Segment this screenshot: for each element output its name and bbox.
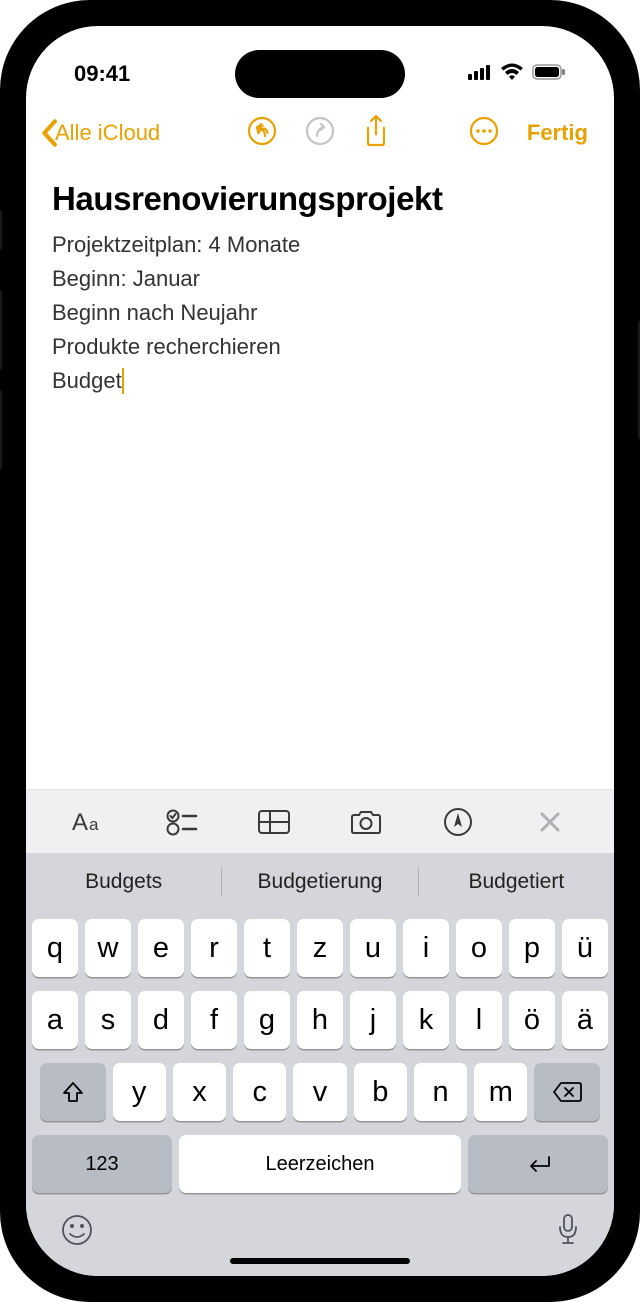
- note-line-active[interactable]: Budget: [52, 364, 588, 398]
- key-p[interactable]: p: [509, 919, 555, 977]
- battery-icon: [532, 64, 566, 85]
- key-oe[interactable]: ö: [509, 991, 555, 1049]
- text-format-button[interactable]: Aa: [60, 808, 120, 836]
- wifi-icon: [500, 63, 524, 86]
- note-line[interactable]: Projektzeitplan: 4 Monate: [52, 228, 588, 262]
- table-button[interactable]: [244, 809, 304, 835]
- key-q[interactable]: q: [32, 919, 78, 977]
- key-r[interactable]: r: [191, 919, 237, 977]
- checklist-button[interactable]: [152, 808, 212, 836]
- note-line[interactable]: Beginn: Januar: [52, 262, 588, 296]
- home-indicator[interactable]: [230, 1258, 410, 1264]
- backspace-key[interactable]: [534, 1063, 600, 1121]
- key-f[interactable]: f: [191, 991, 237, 1049]
- key-c[interactable]: c: [233, 1063, 286, 1121]
- suggestion[interactable]: Budgetiert: [419, 870, 614, 894]
- note-content[interactable]: Hausrenovierungsprojekt Projektzeitplan:…: [26, 160, 614, 789]
- undo-button[interactable]: [247, 116, 277, 151]
- key-j[interactable]: j: [350, 991, 396, 1049]
- dynamic-island: [235, 50, 405, 98]
- text-cursor: [122, 368, 124, 394]
- redo-button: [305, 116, 335, 151]
- done-button[interactable]: Fertig: [527, 120, 588, 146]
- shift-key[interactable]: [40, 1063, 106, 1121]
- format-toolbar: Aa: [26, 789, 614, 853]
- key-i[interactable]: i: [403, 919, 449, 977]
- svg-text:a: a: [89, 815, 99, 834]
- key-v[interactable]: v: [293, 1063, 346, 1121]
- key-t[interactable]: t: [244, 919, 290, 977]
- key-o[interactable]: o: [456, 919, 502, 977]
- suggestion-bar: Budgets Budgetierung Budgetiert: [26, 853, 614, 911]
- dictation-key[interactable]: [556, 1213, 580, 1252]
- back-label: Alle iCloud: [55, 120, 160, 146]
- space-key[interactable]: Leerzeichen: [179, 1135, 461, 1193]
- key-x[interactable]: x: [173, 1063, 226, 1121]
- share-button[interactable]: [363, 114, 389, 153]
- key-l[interactable]: l: [456, 991, 502, 1049]
- camera-button[interactable]: [336, 808, 396, 836]
- key-z[interactable]: z: [297, 919, 343, 977]
- svg-text:A: A: [72, 809, 88, 836]
- key-ue[interactable]: ü: [562, 919, 608, 977]
- nav-bar: Alle iCloud Fe: [26, 106, 614, 160]
- key-h[interactable]: h: [297, 991, 343, 1049]
- key-b[interactable]: b: [354, 1063, 407, 1121]
- key-a[interactable]: a: [32, 991, 78, 1049]
- key-u[interactable]: u: [350, 919, 396, 977]
- return-key[interactable]: [468, 1135, 608, 1193]
- emoji-key[interactable]: [60, 1213, 94, 1252]
- key-g[interactable]: g: [244, 991, 290, 1049]
- key-m[interactable]: m: [474, 1063, 527, 1121]
- note-line[interactable]: Produkte recherchieren: [52, 330, 588, 364]
- suggestion[interactable]: Budgetierung: [222, 870, 417, 894]
- key-w[interactable]: w: [85, 919, 131, 977]
- back-button[interactable]: Alle iCloud: [40, 119, 160, 147]
- cellular-icon: [468, 64, 492, 85]
- markup-button[interactable]: [428, 807, 488, 837]
- more-button[interactable]: [469, 116, 499, 151]
- note-line[interactable]: Beginn nach Neujahr: [52, 296, 588, 330]
- status-time: 09:41: [74, 61, 130, 87]
- key-k[interactable]: k: [403, 991, 449, 1049]
- close-toolbar-button[interactable]: [520, 811, 580, 833]
- key-n[interactable]: n: [414, 1063, 467, 1121]
- suggestion[interactable]: Budgets: [26, 870, 221, 894]
- key-y[interactable]: y: [113, 1063, 166, 1121]
- keyboard: q w e r t z u i o p ü a s d f g: [26, 911, 614, 1276]
- key-ae[interactable]: ä: [562, 991, 608, 1049]
- key-d[interactable]: d: [138, 991, 184, 1049]
- numbers-key[interactable]: 123: [32, 1135, 172, 1193]
- note-title[interactable]: Hausrenovierungsprojekt: [52, 180, 588, 218]
- key-e[interactable]: e: [138, 919, 184, 977]
- key-s[interactable]: s: [85, 991, 131, 1049]
